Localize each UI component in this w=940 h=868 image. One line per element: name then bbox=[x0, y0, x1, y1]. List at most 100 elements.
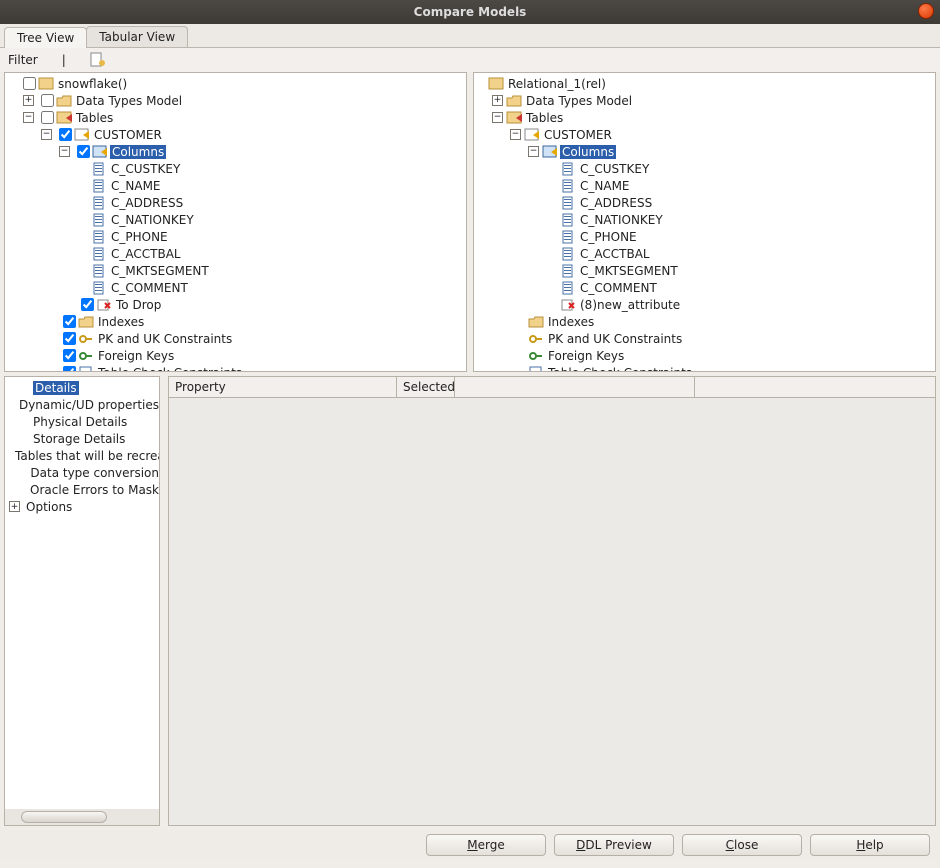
checkbox[interactable] bbox=[41, 94, 54, 107]
collapse-icon[interactable]: − bbox=[59, 146, 70, 157]
column-header-spacer2[interactable] bbox=[695, 377, 935, 397]
checkbox[interactable] bbox=[77, 145, 90, 158]
tree-node-label: Tables bbox=[524, 111, 565, 125]
checkbox[interactable] bbox=[63, 332, 76, 345]
tree-node-label: Data Types Model bbox=[524, 94, 634, 108]
key-icon bbox=[528, 332, 544, 346]
tree-node-label: Indexes bbox=[96, 315, 146, 329]
tree-node-label: PK and UK Constraints bbox=[96, 332, 234, 346]
tree-node-label: C_ADDRESS bbox=[578, 196, 654, 210]
right-model-tree[interactable]: Relational_1(rel) +Data Types Model −Tab… bbox=[473, 72, 936, 372]
indexes-icon bbox=[528, 315, 544, 329]
tree-node-label: Columns bbox=[560, 145, 616, 159]
expand-icon[interactable]: + bbox=[9, 501, 20, 512]
tree-node-label: C_NAME bbox=[109, 179, 163, 193]
column-icon bbox=[91, 247, 107, 261]
tree-node-label: C_ACCTBAL bbox=[578, 247, 652, 261]
tree-node-label: Foreign Keys bbox=[96, 349, 176, 363]
properties-header: Property Selected bbox=[168, 376, 936, 398]
expand-icon[interactable]: + bbox=[23, 95, 34, 106]
key-icon bbox=[78, 332, 94, 346]
tree-node-label: C_ADDRESS bbox=[109, 196, 185, 210]
close-icon[interactable] bbox=[918, 3, 934, 19]
column-icon bbox=[560, 247, 576, 261]
collapse-icon[interactable]: − bbox=[23, 112, 34, 123]
tree-node-label: C_COMMENT bbox=[109, 281, 190, 295]
tree-node-label: Foreign Keys bbox=[546, 349, 626, 363]
fk-icon bbox=[528, 349, 544, 363]
folder-icon bbox=[506, 94, 522, 108]
tab-tree-view[interactable]: Tree View bbox=[4, 27, 87, 48]
nav-details[interactable]: Details bbox=[5, 379, 159, 396]
collapse-icon[interactable]: − bbox=[41, 129, 52, 140]
expand-icon[interactable]: + bbox=[492, 95, 503, 106]
checkbox[interactable] bbox=[23, 77, 36, 90]
tree-node-label: C_CUSTKEY bbox=[109, 162, 182, 176]
nav-data-type-conversion[interactable]: Data type conversion bbox=[5, 464, 159, 481]
tree-node-label: C_MKTSEGMENT bbox=[109, 264, 211, 278]
column-icon bbox=[91, 196, 107, 210]
properties-panel: Property Selected bbox=[168, 376, 936, 826]
column-icon bbox=[91, 230, 107, 244]
tree-node-label: C_ACCTBAL bbox=[109, 247, 183, 261]
nav-oracle-errors[interactable]: Oracle Errors to Mask bbox=[5, 481, 159, 498]
checkbox[interactable] bbox=[63, 315, 76, 328]
column-header-spacer1[interactable] bbox=[455, 377, 695, 397]
tab-tabular-view[interactable]: Tabular View bbox=[86, 26, 188, 47]
properties-body bbox=[168, 398, 936, 826]
filter-button[interactable]: Filter bbox=[8, 53, 38, 67]
column-header-selected[interactable]: Selected bbox=[397, 377, 455, 397]
columns-icon bbox=[542, 145, 558, 159]
tree-node-label: Table Check Constraints bbox=[546, 366, 694, 373]
tree-node-label: Indexes bbox=[546, 315, 596, 329]
tree-node-label: CUSTOMER bbox=[92, 128, 164, 142]
tree-node-label: (8)new_attribute bbox=[578, 298, 682, 312]
window-title: Compare Models bbox=[414, 5, 527, 19]
indexes-icon bbox=[78, 315, 94, 329]
column-icon bbox=[91, 281, 107, 295]
nav-dynamic-ud[interactable]: Dynamic/UD properties bbox=[5, 396, 159, 413]
tree-node-label: C_PHONE bbox=[578, 230, 639, 244]
column-icon bbox=[560, 213, 576, 227]
checkbox[interactable] bbox=[63, 366, 76, 372]
column-header-property[interactable]: Property bbox=[169, 377, 397, 397]
merge-button[interactable]: Merge bbox=[426, 834, 546, 856]
new-attr-icon bbox=[560, 298, 576, 312]
check-icon bbox=[78, 366, 94, 373]
table-icon bbox=[524, 128, 540, 142]
collapse-icon[interactable]: − bbox=[528, 146, 539, 157]
tree-node-label: PK and UK Constraints bbox=[546, 332, 684, 346]
checkbox[interactable] bbox=[63, 349, 76, 362]
column-icon bbox=[91, 179, 107, 193]
drop-icon bbox=[96, 298, 112, 312]
tree-node-label: C_COMMENT bbox=[578, 281, 659, 295]
horizontal-scrollbar[interactable] bbox=[5, 809, 159, 825]
checkbox[interactable] bbox=[81, 298, 94, 311]
nav-physical-details[interactable]: Physical Details bbox=[5, 413, 159, 430]
column-icon bbox=[560, 281, 576, 295]
dialog-buttons: Merge DDL Preview Close Help bbox=[0, 830, 940, 860]
check-icon bbox=[528, 366, 544, 373]
column-icon bbox=[560, 196, 576, 210]
collapse-icon[interactable]: − bbox=[510, 129, 521, 140]
checkbox[interactable] bbox=[41, 111, 54, 124]
checkbox[interactable] bbox=[59, 128, 72, 141]
close-button[interactable]: Close bbox=[682, 834, 802, 856]
titlebar: Compare Models bbox=[0, 0, 940, 24]
tree-node-label: Columns bbox=[110, 145, 166, 159]
settings-nav[interactable]: Details Dynamic/UD properties Physical D… bbox=[4, 376, 160, 826]
tree-node-label: C_PHONE bbox=[109, 230, 170, 244]
nav-tables-recreated[interactable]: Tables that will be recreated bbox=[5, 447, 159, 464]
tree-node-label: snowflake() bbox=[56, 77, 129, 91]
left-model-tree[interactable]: snowflake() +Data Types Model −Tables −C… bbox=[4, 72, 467, 372]
nav-options[interactable]: +Options bbox=[5, 498, 159, 515]
toolbar: Filter | bbox=[0, 48, 940, 72]
properties-icon[interactable] bbox=[90, 52, 106, 68]
nav-storage-details[interactable]: Storage Details bbox=[5, 430, 159, 447]
tree-node-label: To Drop bbox=[114, 298, 163, 312]
tree-node-label: Relational_1(rel) bbox=[506, 77, 608, 91]
ddl-preview-button[interactable]: DDL Preview bbox=[554, 834, 674, 856]
collapse-icon[interactable]: − bbox=[492, 112, 503, 123]
model-icon bbox=[38, 77, 54, 91]
help-button[interactable]: Help bbox=[810, 834, 930, 856]
